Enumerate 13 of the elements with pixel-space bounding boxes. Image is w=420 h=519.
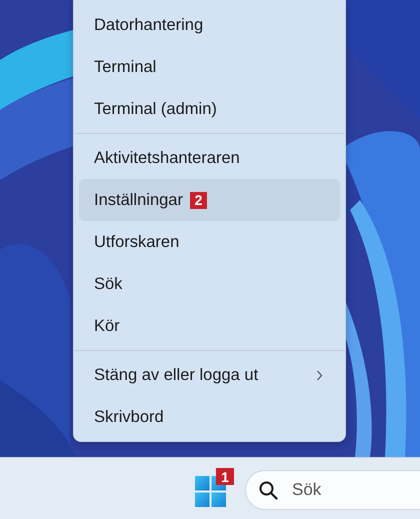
search-field[interactable]: Sök (245, 470, 420, 510)
menu-item[interactable]: Terminal (admin) (79, 88, 340, 130)
menu-item[interactable]: Sök (79, 263, 340, 305)
menu-item[interactable]: Terminal (79, 46, 340, 88)
menu-item[interactable]: Kör (79, 305, 340, 347)
step-badge: 2 (190, 192, 207, 208)
step-badge: 1 (216, 468, 234, 485)
menu-item[interactable]: Utforskaren (79, 221, 340, 263)
menu-item[interactable]: Datorhantering (79, 4, 340, 46)
menu-item[interactable]: Aktivitetshanteraren (79, 137, 340, 179)
menu-item[interactable]: Stäng av eller logga ut (79, 354, 340, 396)
menu-item[interactable]: Skrivbord (79, 396, 340, 438)
menu-item[interactable]: Inställningar 2 (79, 179, 340, 221)
